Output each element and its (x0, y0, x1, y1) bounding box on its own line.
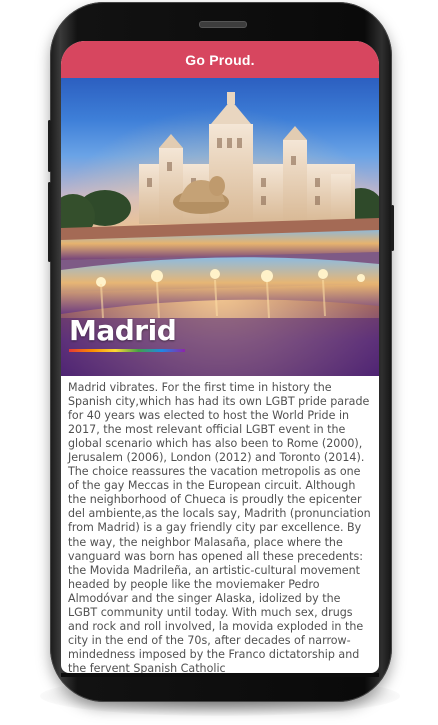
app-screen: Go Proud. Madrid Madrid vibrates. For th… (61, 41, 379, 673)
hero-image: Madrid (61, 78, 379, 376)
phone-side-button-right (391, 205, 394, 251)
app-title: Go Proud. (185, 51, 255, 68)
phone-bottom-bezel (61, 673, 379, 677)
phone-side-button-left-bottom (48, 182, 51, 262)
article-body: Madrid vibrates. For the first time in h… (68, 381, 371, 673)
rainbow-underline (69, 349, 185, 352)
phone-side-button-left-top (48, 120, 51, 172)
city-title: Madrid (69, 314, 177, 347)
phone-speaker (199, 21, 247, 28)
app-header: Go Proud. (61, 41, 379, 78)
